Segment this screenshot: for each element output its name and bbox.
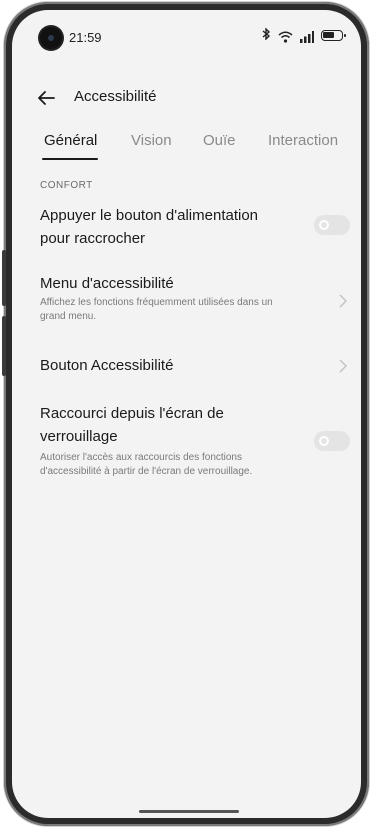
tab-bar: Général Vision Ouïe Interaction xyxy=(12,128,361,168)
signal-icon xyxy=(300,30,314,43)
side-button xyxy=(2,316,6,376)
toggle-knob xyxy=(319,436,329,446)
row-title-line1: Appuyer le bouton d'alimentation xyxy=(40,207,259,224)
wifi-icon xyxy=(278,30,293,43)
row-title-line1: Raccourci depuis l'écran de xyxy=(40,405,224,422)
row-description-line1: Affichez les fonctions fréquemment utili… xyxy=(40,297,273,308)
section-header: CONFORT xyxy=(40,180,93,191)
active-tab-indicator xyxy=(42,158,98,160)
toggle-knob xyxy=(319,220,329,230)
screen: 21:59 Accessibilité Général Vision Ouïe … xyxy=(12,10,361,818)
page-title: Accessibilité xyxy=(74,88,157,105)
status-icons xyxy=(262,27,346,43)
row-title-line2: verrouillage xyxy=(40,428,118,445)
row-title-line2: pour raccrocher xyxy=(40,230,146,247)
side-button xyxy=(2,250,6,306)
status-time: 21:59 xyxy=(69,30,102,45)
tab-ouie[interactable]: Ouïe xyxy=(203,132,236,149)
status-bar: 21:59 xyxy=(12,10,361,62)
back-arrow-icon[interactable] xyxy=(34,86,58,110)
row-description-line2: d'accessibilité à partir de l'écran de v… xyxy=(40,466,253,477)
header: Accessibilité xyxy=(12,80,361,116)
toggle-switch[interactable] xyxy=(314,431,350,451)
toggle-switch[interactable] xyxy=(314,215,350,235)
front-camera xyxy=(40,27,62,49)
chevron-right-icon xyxy=(337,293,349,309)
tab-interaction[interactable]: Interaction xyxy=(268,132,338,149)
row-title: Menu d'accessibilité xyxy=(40,275,174,292)
row-title: Bouton Accessibilité xyxy=(40,357,174,374)
tab-general[interactable]: Général xyxy=(44,132,97,149)
row-description-line2: grand menu. xyxy=(40,311,97,322)
row-description-line1: Autoriser l'accès aux raccourcis des fon… xyxy=(40,452,242,463)
bluetooth-icon xyxy=(262,27,271,43)
chevron-right-icon xyxy=(337,358,349,374)
home-indicator[interactable] xyxy=(139,810,239,813)
tab-vision[interactable]: Vision xyxy=(131,132,172,149)
battery-icon xyxy=(321,30,346,41)
